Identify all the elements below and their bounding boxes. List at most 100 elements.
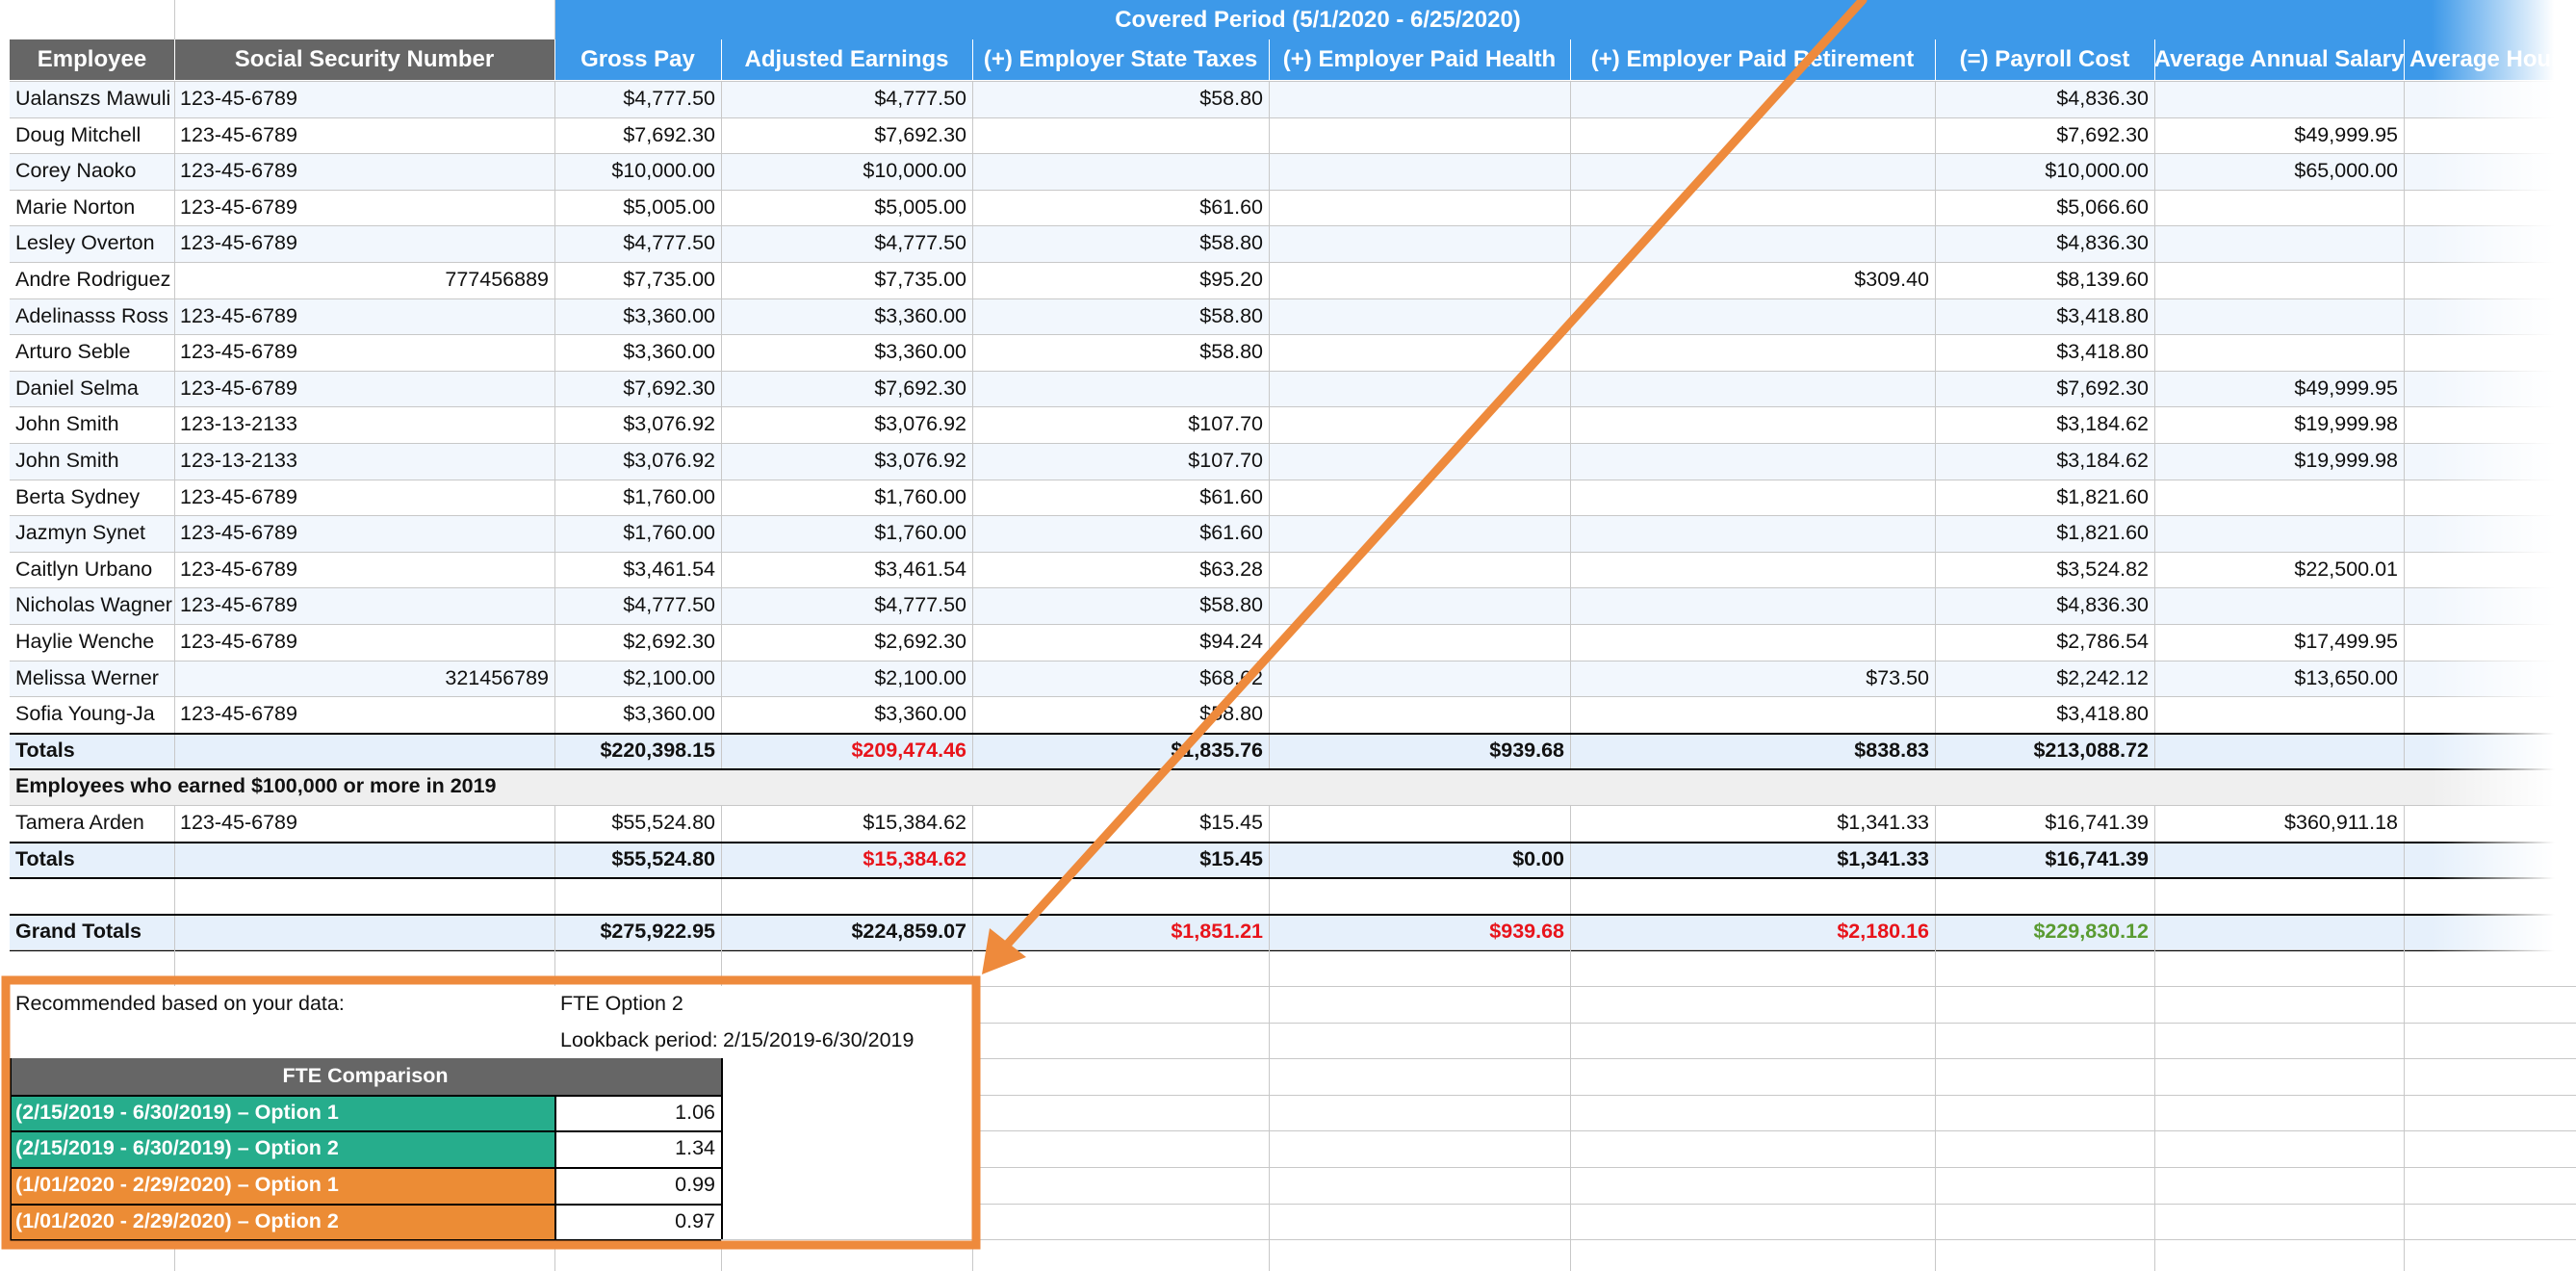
employee-row-employer-paid-health <box>1269 661 1570 697</box>
employee-row-ssn: 777456889 <box>445 268 549 292</box>
employee-row-average-annual-salary <box>2154 262 2404 298</box>
gridline <box>174 0 175 39</box>
totals-row-2-employer-state-taxes: $15.45 <box>1199 847 1263 871</box>
employee-row-average-annual-salary <box>2154 696 2404 733</box>
gridline <box>721 1058 723 1239</box>
employee-row-employer-paid-retirement <box>1570 515 1935 552</box>
employee-row-employer-state-taxes: $58.80 <box>1199 304 1263 328</box>
gridline <box>721 81 722 768</box>
employee-row-employer-paid-retirement <box>1570 117 1935 154</box>
gridline <box>2154 39 2155 80</box>
totals-row-2-payroll-cost: $16,741.39 <box>2045 847 2149 871</box>
employee-row-employee: Lesley Overton <box>15 231 155 255</box>
column-header-employer-paid-health[interactable]: (+) Employer Paid Health <box>1269 39 1570 80</box>
employee-row-adjusted-earnings: $7,692.30 <box>874 123 966 147</box>
gridline <box>10 1204 721 1206</box>
employee-row-employer-paid-retirement <box>1570 587 1935 624</box>
column-header-employer-paid-retirement[interactable]: (+) Employer Paid Retirement <box>1570 39 1935 80</box>
employee-row-adjusted-earnings: $3,076.92 <box>874 412 966 436</box>
gridline <box>10 371 2576 372</box>
totals-row-employer-paid-health: $939.68 <box>1489 739 1564 763</box>
gridline <box>10 768 2576 770</box>
employee-row-ssn: 123-45-6789 <box>180 87 297 111</box>
high-earner-row-ssn: 123-45-6789 <box>180 811 297 835</box>
column-header-payroll-cost[interactable]: (=) Payroll Cost <box>1935 39 2154 80</box>
employee-row-payroll-cost: $4,836.30 <box>2056 87 2149 111</box>
employee-row-adjusted-earnings: $3,076.92 <box>874 449 966 473</box>
gridline <box>10 334 2576 335</box>
gridline <box>1935 949 1936 1271</box>
totals-row-2-average-annual-salary <box>2154 842 2404 878</box>
employee-row-employer-paid-retirement <box>1570 153 1935 190</box>
employee-row-ssn: 123-45-6789 <box>180 521 297 545</box>
employee-row-gross-pay: $3,076.92 <box>623 412 715 436</box>
employee-row-employer-paid-retirement <box>1570 552 1935 588</box>
totals-row-gross-pay: $220,398.15 <box>600 739 715 763</box>
employee-row-employer-state-taxes: $94.24 <box>1199 630 1263 654</box>
employee-row-gross-pay: $7,735.00 <box>623 268 715 292</box>
employee-row-gross-pay: $4,777.50 <box>623 593 715 617</box>
employee-row-adjusted-earnings: $5,005.00 <box>874 195 966 220</box>
employee-row-employer-paid-health <box>1269 696 1570 733</box>
gridline <box>972 39 973 80</box>
column-header-ssn[interactable]: Social Security Number <box>174 39 554 80</box>
employee-row-employee: Marie Norton <box>15 195 136 220</box>
employee-row-employer-paid-health <box>1269 587 1570 624</box>
employee-row-gross-pay: $2,692.30 <box>623 630 715 654</box>
gridline <box>10 298 2576 299</box>
gridline <box>2404 39 2405 80</box>
gridline <box>10 1130 721 1132</box>
column-header-average-annual-salary[interactable]: Average Annual Salary <box>2154 39 2404 80</box>
employee-row-employer-paid-retirement <box>1570 371 1935 407</box>
employee-row-average-annual-salary <box>2154 81 2404 117</box>
employee-row-employer-paid-retirement: $73.50 <box>1866 666 1929 690</box>
gridline <box>10 1058 12 1239</box>
employee-row-payroll-cost: $4,836.30 <box>2056 593 2149 617</box>
totals-row-2-gross-pay: $55,524.80 <box>611 847 715 871</box>
gridline <box>10 81 2576 82</box>
gridline <box>1269 81 1270 768</box>
employee-row-ssn: 123-45-6789 <box>180 558 297 582</box>
gridline <box>10 842 2576 843</box>
gridline <box>10 1095 721 1097</box>
column-header-adjusted-earnings[interactable]: Adjusted Earnings <box>721 39 972 80</box>
grand-totals-row-ssn <box>174 914 554 950</box>
employee-row-employer-paid-health <box>1269 406 1570 443</box>
employee-row-employer-state-taxes: $68.62 <box>1199 666 1263 690</box>
employee-row-employer-state-taxes: $61.60 <box>1199 195 1263 220</box>
column-header-employer-state-taxes[interactable]: (+) Employer State Taxes <box>972 39 1269 80</box>
employee-row-average-annual-salary <box>2154 480 2404 516</box>
employee-row-ssn: 123-45-6789 <box>180 485 297 509</box>
employee-row-ssn: 123-45-6789 <box>180 231 297 255</box>
totals-row-2-employer-paid-health: $0.00 <box>1512 847 1564 871</box>
employee-row-employer-paid-retirement <box>1570 298 1935 335</box>
employee-row-payroll-cost: $3,418.80 <box>2056 340 2149 364</box>
column-header-employee[interactable]: Employee <box>10 39 174 80</box>
employee-row-employer-paid-health <box>1269 117 1570 154</box>
employee-row-adjusted-earnings: $2,692.30 <box>874 630 966 654</box>
grand-totals-row-employer-paid-health: $939.68 <box>1489 920 1564 944</box>
employee-row-employee: Nicholas Wagner <box>15 593 172 617</box>
fte-option-label: (1/01/2020 - 2/29/2020) – Option 2 <box>10 1204 554 1240</box>
lookback-label: Lookback period: <box>560 1028 718 1052</box>
high-earner-row-employee: Tamera Arden <box>15 811 144 835</box>
employee-row-ssn: 123-45-6789 <box>180 304 297 328</box>
employee-row-average-annual-salary <box>2154 190 2404 226</box>
employee-row-employer-paid-health <box>1269 298 1570 335</box>
employee-row-payroll-cost: $3,184.62 <box>2056 412 2149 436</box>
employee-row-ssn: 123-45-6789 <box>180 702 297 726</box>
gridline <box>2154 949 2155 1271</box>
employee-row-employer-paid-health <box>1269 624 1570 661</box>
employee-row-employer-state-taxes <box>972 153 1269 190</box>
grand-totals-row-payroll-cost: $229,830.12 <box>2033 920 2149 944</box>
fte-option-value: 1.06 <box>554 1095 721 1131</box>
employee-row-employee: Adelinasss Ross <box>15 304 168 328</box>
employee-row-employer-paid-health <box>1269 81 1570 117</box>
grand-totals-row-employee: Grand Totals <box>15 920 142 944</box>
totals-row-2-adjusted-earnings: $15,384.62 <box>863 847 966 871</box>
gridline <box>10 443 2576 444</box>
employee-row-ssn: 123-45-6789 <box>180 123 297 147</box>
employee-row-payroll-cost: $7,692.30 <box>2056 376 2149 401</box>
column-header-gross-pay[interactable]: Gross Pay <box>554 39 721 80</box>
employee-row-ssn: 123-45-6789 <box>180 376 297 401</box>
